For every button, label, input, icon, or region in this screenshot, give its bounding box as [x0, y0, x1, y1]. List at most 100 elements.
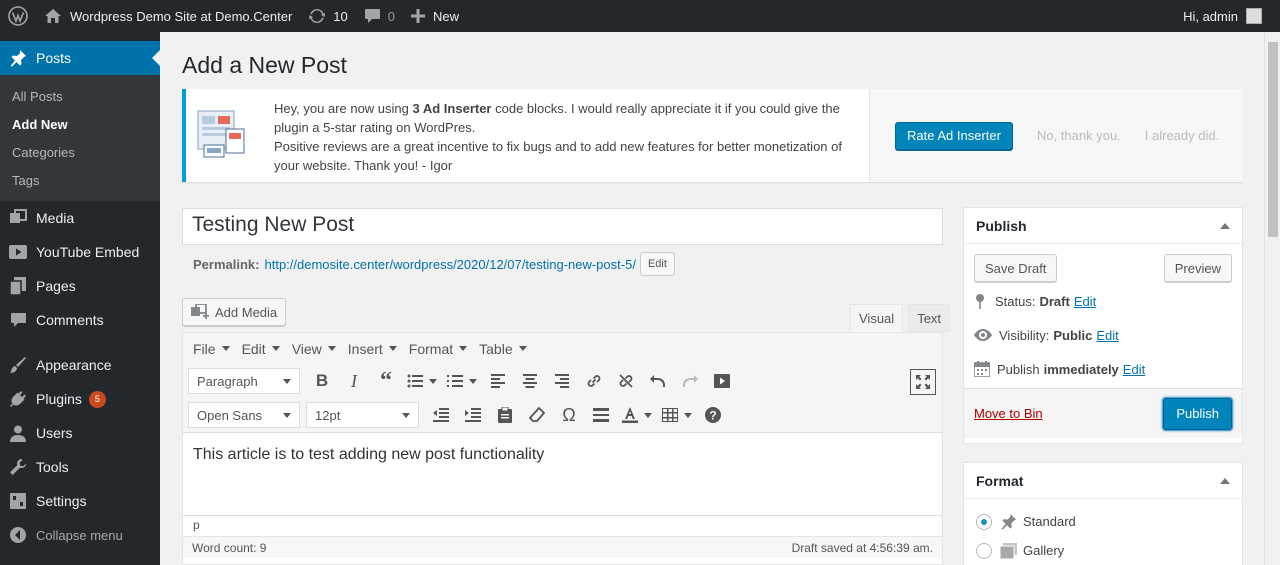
menu-edit[interactable]: Edit	[242, 341, 280, 357]
menu-item-posts[interactable]: Posts	[0, 41, 160, 75]
notice-actions: Rate Ad Inserter No, thank you. I alread…	[869, 89, 1243, 182]
collapse-toggle-icon[interactable]	[1220, 477, 1230, 484]
menu-item-media[interactable]: Media	[0, 201, 160, 235]
tab-text[interactable]: Text	[908, 304, 951, 332]
insert-link-icon[interactable]	[578, 367, 610, 395]
block-format-select[interactable]: Paragraph	[188, 368, 300, 394]
element-path[interactable]: p	[183, 515, 942, 536]
undo-icon[interactable]	[642, 367, 674, 395]
tab-visual[interactable]: Visual	[850, 304, 904, 332]
menu-insert[interactable]: Insert	[348, 341, 397, 357]
fullscreen-icon[interactable]	[910, 369, 936, 395]
insert-video-icon[interactable]	[706, 367, 738, 395]
text-color-icon[interactable]	[617, 401, 657, 429]
menu-item-plugins[interactable]: Plugins 5	[0, 382, 160, 416]
new-label: New	[433, 8, 460, 24]
post-title-input[interactable]: Testing New Post	[182, 208, 943, 245]
menu-file[interactable]: File	[193, 341, 230, 357]
italic-icon[interactable]: I	[338, 367, 370, 395]
format-radio-gallery[interactable]	[976, 542, 992, 559]
format-box-header[interactable]: Format	[964, 463, 1242, 499]
menu-item-users[interactable]: Users	[0, 416, 160, 450]
menu-label-pages: Pages	[36, 278, 76, 294]
format-radio-standard[interactable]	[976, 513, 992, 530]
collapse-toggle-icon[interactable]	[1220, 222, 1230, 229]
updates-link[interactable]: 10	[300, 0, 355, 32]
paste-text-icon[interactable]	[489, 401, 521, 429]
special-character-icon[interactable]: Ω	[553, 401, 585, 429]
font-family-select[interactable]: Open Sans	[188, 402, 300, 428]
wordpress-logo-icon[interactable]	[0, 0, 36, 32]
draft-saved-status: Draft saved at 4:56:39 am.	[791, 540, 933, 555]
redo-icon[interactable]	[674, 367, 706, 395]
blockquote-icon[interactable]: “	[370, 367, 402, 395]
publish-box-title: Publish	[976, 217, 1027, 234]
menu-item-appearance[interactable]: Appearance	[0, 348, 160, 382]
help-icon[interactable]: ?	[697, 401, 729, 429]
indent-icon[interactable]	[457, 401, 489, 429]
unlink-icon[interactable]	[610, 367, 642, 395]
format-option-gallery[interactable]: Gallery	[964, 536, 1242, 565]
menu-view[interactable]: View	[292, 341, 336, 357]
plus-icon	[411, 9, 425, 23]
publish-date-label: Publish	[997, 361, 1040, 377]
post-content: This article is to test adding new post …	[193, 446, 545, 463]
ad-inserter-notice: Hey, you are now using 3 Ad Inserter cod…	[182, 89, 1243, 182]
no-thank-you-link[interactable]: No, thank you.	[1037, 128, 1121, 143]
publish-button[interactable]: Publish	[1163, 397, 1232, 430]
editor-content-area[interactable]: This article is to test adding new post …	[183, 432, 942, 515]
word-count: Word count: 9	[192, 540, 267, 555]
comments-link[interactable]: 0	[356, 0, 403, 32]
edit-publish-date-link[interactable]: Edit	[1123, 362, 1145, 377]
clear-formatting-icon[interactable]	[521, 401, 553, 429]
page-scrollbar[interactable]	[1264, 32, 1280, 565]
calendar-icon	[974, 361, 997, 377]
collapse-menu-button[interactable]: Collapse menu	[0, 518, 160, 552]
add-media-button[interactable]: Add Media	[182, 298, 287, 326]
menu-item-youtube-embed[interactable]: YouTube Embed	[0, 235, 160, 269]
table-icon[interactable]	[657, 401, 697, 429]
move-to-bin-link[interactable]: Move to Bin	[974, 406, 1043, 421]
font-size-select[interactable]: 12pt	[306, 402, 419, 428]
horizontal-line-icon[interactable]	[585, 401, 617, 429]
bullet-list-icon[interactable]	[402, 367, 442, 395]
submenu-all-posts[interactable]: All Posts	[0, 83, 160, 111]
numbered-list-icon[interactable]	[442, 367, 482, 395]
align-right-icon[interactable]	[546, 367, 578, 395]
menu-item-comments[interactable]: Comments	[0, 303, 160, 337]
already-did-link[interactable]: I already did.	[1145, 128, 1219, 143]
format-box: Format Standard Gallery	[963, 462, 1243, 565]
submenu-categories[interactable]: Categories	[0, 139, 160, 167]
submenu-add-new[interactable]: Add New	[0, 111, 160, 139]
format-option-standard[interactable]: Standard	[964, 507, 1242, 536]
publish-box-header[interactable]: Publish	[964, 208, 1242, 244]
permalink-link[interactable]: http://demosite.center/wordpress/2020/12…	[264, 257, 635, 272]
edit-visibility-link[interactable]: Edit	[1096, 328, 1118, 343]
submenu-tags[interactable]: Tags	[0, 167, 160, 195]
menu-item-tools[interactable]: Tools	[0, 450, 160, 484]
comments-icon	[8, 310, 28, 330]
align-left-icon[interactable]	[482, 367, 514, 395]
menu-item-settings[interactable]: Settings	[0, 484, 160, 518]
site-name-link[interactable]: Wordpress Demo Site at Demo.Center	[36, 0, 300, 32]
new-content-link[interactable]: New	[403, 0, 467, 32]
preview-button[interactable]: Preview	[1163, 254, 1232, 282]
media-icon	[8, 208, 28, 228]
publish-date-value: immediately	[1043, 361, 1119, 377]
status-value: Draft	[1039, 293, 1070, 309]
menu-format[interactable]: Format	[409, 341, 468, 357]
rate-ad-inserter-button[interactable]: Rate Ad Inserter	[895, 121, 1013, 150]
menu-table[interactable]: Table	[479, 341, 527, 357]
permalink-edit-button[interactable]: Edit	[639, 252, 675, 276]
admin-bar: Wordpress Demo Site at Demo.Center 10 0 …	[0, 0, 1280, 32]
save-draft-button[interactable]: Save Draft	[974, 254, 1058, 282]
edit-status-link[interactable]: Edit	[1074, 294, 1096, 309]
menu-label-media: Media	[36, 210, 75, 226]
bold-icon[interactable]: B	[306, 367, 338, 395]
scrollbar-thumb[interactable]	[1268, 42, 1278, 237]
align-center-icon[interactable]	[514, 367, 546, 395]
menu-item-pages[interactable]: Pages	[0, 269, 160, 303]
outdent-icon[interactable]	[425, 401, 457, 429]
my-account-link[interactable]: Hi, admin	[1175, 0, 1280, 32]
posts-submenu: All Posts Add New Categories Tags	[0, 75, 160, 201]
